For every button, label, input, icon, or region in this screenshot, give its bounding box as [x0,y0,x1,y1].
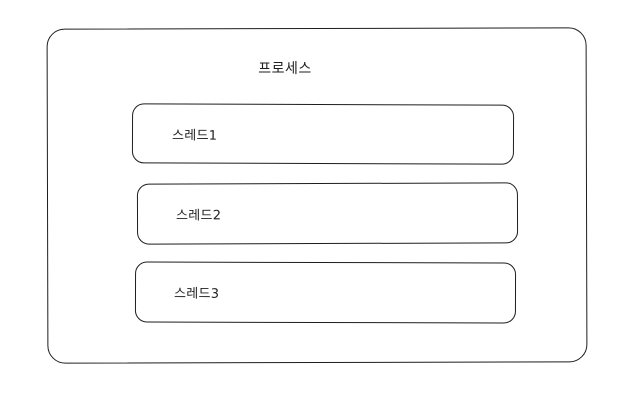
thread-box-1: 스레드1 [131,103,515,165]
diagram-canvas: 프로세스 스레드1 스레드2 스레드3 [0,0,635,411]
thread-box-2: 스레드2 [136,182,519,245]
thread-label-1: 스레드1 [171,128,218,144]
thread-label-3: 스레드3 [173,286,220,302]
thread-label-2: 스레드2 [175,208,222,224]
process-label: 프로세스 [258,61,312,77]
thread-box-3: 스레드3 [134,261,517,324]
